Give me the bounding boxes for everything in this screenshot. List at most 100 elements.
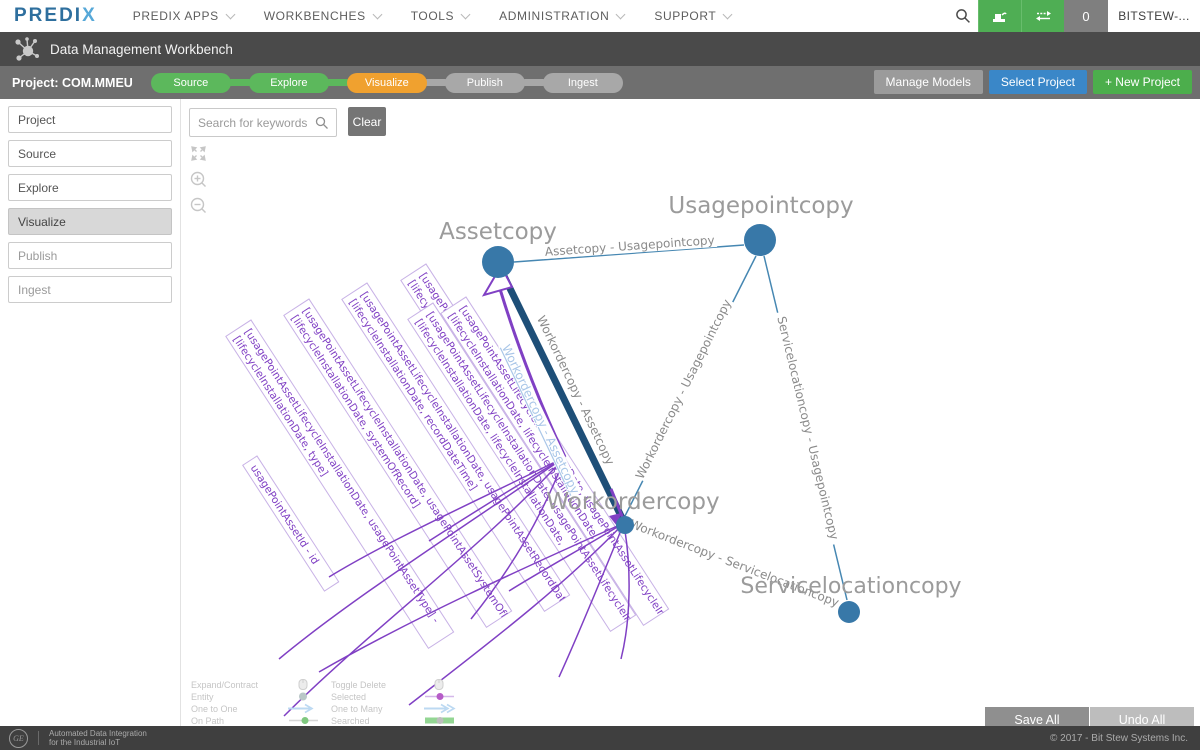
chevron-down-icon xyxy=(723,10,733,20)
mouse-glyph xyxy=(287,679,321,690)
manage-models-button[interactable]: Manage Models xyxy=(874,70,983,94)
selected-glyph xyxy=(423,691,457,702)
menu-predix-apps[interactable]: PREDIX APPS xyxy=(133,9,234,23)
select-project-button[interactable]: Select Project xyxy=(989,70,1087,94)
node-label-servicelocationcopy: Servicelocationcopy xyxy=(740,574,961,599)
keyword-search-input[interactable] xyxy=(190,115,315,131)
sidebar-item-project[interactable]: Project xyxy=(8,106,172,133)
expand-contract-icon[interactable] xyxy=(190,145,207,162)
workbench-title: Data Management Workbench xyxy=(50,42,233,57)
top-nav: PREDIX PREDIX APPS WORKBENCHES TOOLS ADMINI… xyxy=(0,0,1200,32)
search-input-icon xyxy=(315,116,329,130)
transfer-button[interactable] xyxy=(1021,0,1064,32)
node-workordercopy[interactable] xyxy=(616,516,634,534)
zoom-out-icon[interactable] xyxy=(190,197,207,214)
legend-label-searched: Searched xyxy=(331,716,423,726)
search-button[interactable] xyxy=(948,0,978,32)
legend-glyph-cell xyxy=(423,679,467,690)
zoom-in-icon[interactable] xyxy=(190,171,207,188)
workflow-step-visualize[interactable]: Visualize xyxy=(347,73,427,93)
legend-label-on-path: On Path xyxy=(191,716,287,726)
predix-logo-text: PREDI xyxy=(14,5,82,26)
predix-logo-x: X xyxy=(82,5,97,26)
menu-tools[interactable]: TOOLS xyxy=(411,9,469,23)
menu-workbenches[interactable]: WORKBENCHES xyxy=(264,9,381,23)
project-bar-buttons: Manage ModelsSelect Project+ New Project xyxy=(874,70,1192,94)
edge-label[interactable]: Assetcopy - Usagepointcopy xyxy=(542,233,717,259)
clear-button[interactable]: Clear xyxy=(348,107,386,136)
node-assetcopy[interactable] xyxy=(482,246,514,278)
menu-label-administration: ADMINISTRATION xyxy=(499,9,609,23)
workflow-step-source[interactable]: Source xyxy=(151,73,231,93)
legend-label-one-to-one: One to One xyxy=(191,704,287,714)
sidebar-item-source[interactable]: Source xyxy=(8,140,172,167)
predix-logo[interactable]: PREDIX xyxy=(14,5,97,27)
app-bar: Data Management Workbench xyxy=(0,32,1200,66)
project-bar: Project: COM.MMEU Source Explore Visualize… xyxy=(0,66,1200,99)
node-servicelocationcopy[interactable] xyxy=(838,601,860,623)
sidebar-item-visualize[interactable]: Visualize xyxy=(8,208,172,235)
legend-glyph-cell xyxy=(423,715,467,726)
ge-logo: GE xyxy=(9,729,28,748)
one-to-one-glyph xyxy=(287,703,321,714)
project-name-label: Project: COM.MMEU xyxy=(12,76,133,90)
sidebar-item-publish[interactable]: Publish xyxy=(8,242,172,269)
footer: GE Automated Data Integration for the In… xyxy=(0,726,1200,750)
sidebar: Project Source Explore Visualize Publish Inge… xyxy=(0,99,180,726)
sidebar-item-ingest[interactable]: Ingest xyxy=(8,276,172,303)
menu-label-predix-apps: PREDIX APPS xyxy=(133,9,219,23)
node-usagepointcopy[interactable] xyxy=(744,224,776,256)
sidebar-item-explore[interactable]: Explore xyxy=(8,174,172,201)
canvas-controls xyxy=(190,145,207,214)
transfer-arrows-icon xyxy=(1035,10,1052,22)
menu-label-workbenches: WORKBENCHES xyxy=(264,9,366,23)
legend-glyph-cell xyxy=(287,691,331,702)
footer-tagline-line2: for the Industrial IoT xyxy=(49,738,147,747)
mouse-glyph xyxy=(423,679,457,690)
node-label-workordercopy: Workordercopy xyxy=(546,489,719,515)
legend-glyph-cell xyxy=(423,703,467,714)
workflow-step-ingest[interactable]: Ingest xyxy=(543,73,623,93)
legend-label-expand-contract: Expand/Contract xyxy=(191,680,287,690)
notification-count-badge[interactable]: 0 xyxy=(1064,0,1108,32)
footer-tagline: Automated Data Integration for the Indus… xyxy=(49,729,147,747)
keyword-search-box xyxy=(189,108,337,137)
new-project-button[interactable]: + New Project xyxy=(1093,70,1192,94)
workflow-step-publish[interactable]: Publish xyxy=(445,73,525,93)
ingest-machine-icon xyxy=(992,9,1008,23)
searched-glyph xyxy=(423,715,457,726)
edge-label-text: Workordercopy - Usagepointcopy xyxy=(633,297,734,481)
node-label-assetcopy: Assetcopy xyxy=(439,219,557,245)
search-icon xyxy=(955,8,971,24)
legend-glyph-cell xyxy=(287,715,331,726)
edge-label-text: Assetcopy - Usagepointcopy xyxy=(544,233,715,259)
graph-legend: Expand/ContractToggle DeleteEntitySelect… xyxy=(191,679,467,726)
entity-glyph xyxy=(287,691,321,702)
entity-graph: [usagePointAssetLifecycleInstallationDat… xyxy=(181,99,1200,726)
legend-label-one-to-many: One to Many xyxy=(331,704,423,714)
menu-administration[interactable]: ADMINISTRATION xyxy=(499,9,624,23)
top-nav-right: 0 BITSTEW-... xyxy=(948,0,1200,32)
one-to-many-glyph xyxy=(423,703,457,714)
user-menu[interactable]: BITSTEW-... xyxy=(1108,0,1200,32)
menu-label-tools: TOOLS xyxy=(411,9,454,23)
menu-label-support: SUPPORT xyxy=(654,9,716,23)
footer-divider xyxy=(38,731,39,745)
workflow-step-explore[interactable]: Explore xyxy=(249,73,329,93)
legend-label-toggle-delete: Toggle Delete xyxy=(331,680,423,690)
mapping-label-text: usagePointAssetId - id xyxy=(248,463,321,567)
chevron-down-icon xyxy=(225,10,235,20)
menu-support[interactable]: SUPPORT xyxy=(654,9,731,23)
edge-label[interactable]: Workordercopy - Usagepointcopy xyxy=(633,297,735,482)
ingest-status-button[interactable] xyxy=(978,0,1021,32)
chevron-down-icon xyxy=(461,10,471,20)
visualize-canvas[interactable]: [usagePointAssetLifecycleInstallationDat… xyxy=(180,99,1200,726)
edge-label-text: Servicelocationcopy - Usagepointcopy xyxy=(774,315,841,541)
workbench-molecule-icon xyxy=(12,35,40,63)
legend-label-entity: Entity xyxy=(191,692,287,702)
footer-tagline-line1: Automated Data Integration xyxy=(49,729,147,738)
top-menu-bar: PREDIX APPS WORKBENCHES TOOLS ADMINISTRATIO… xyxy=(133,9,732,23)
edge-label[interactable]: Servicelocationcopy - Usagepointcopy xyxy=(773,311,842,546)
legend-glyph-cell xyxy=(423,691,467,702)
workflow-steps: Source Explore Visualize Publish Ingest xyxy=(151,73,623,93)
